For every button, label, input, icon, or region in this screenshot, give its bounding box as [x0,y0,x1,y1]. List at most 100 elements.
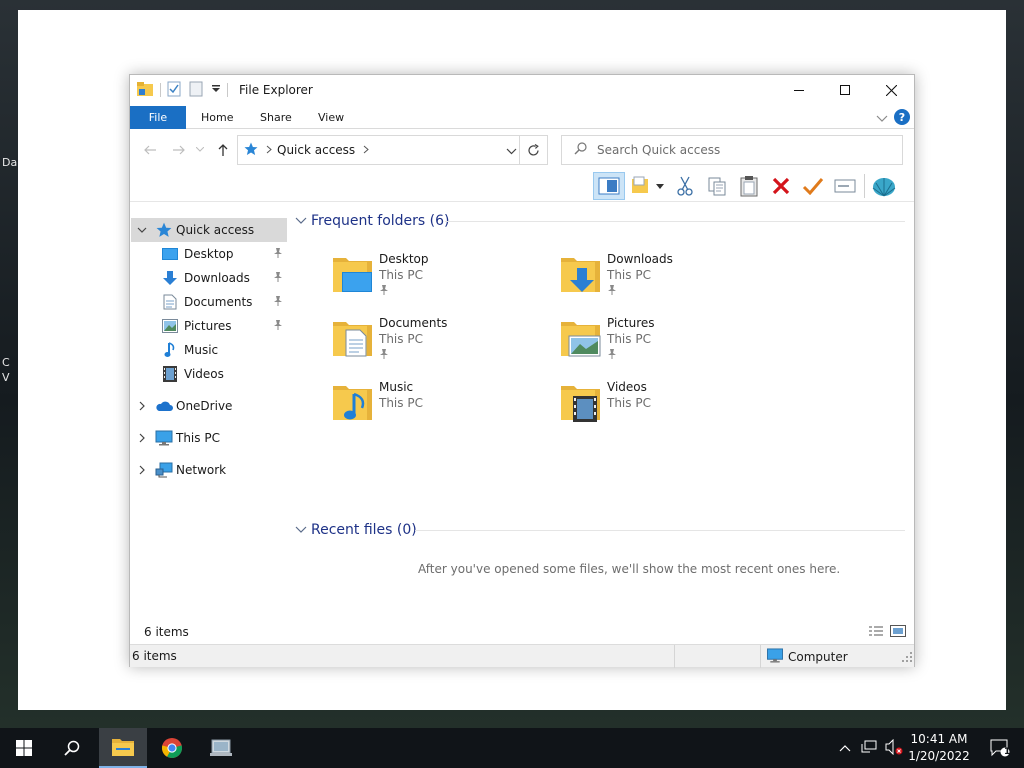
show-hidden-icons-chevron-icon[interactable] [839,741,851,755]
close-button[interactable] [868,75,914,105]
folder-tile-pictures[interactable]: Pictures This PC [560,316,780,376]
taskbar-chrome[interactable] [148,728,196,768]
chevron-down-icon [656,183,664,189]
download-arrow-icon [162,270,178,286]
desktop-icon [162,246,178,262]
pin-icon [379,284,389,299]
paste-button[interactable] [733,172,765,200]
expand-ribbon-chevron-icon[interactable] [876,112,888,126]
desktop-icon-label-fragment[interactable]: C [2,356,10,369]
help-icon[interactable]: ? [894,109,910,128]
chrome-icon [161,738,183,759]
sidebar-item-downloads[interactable]: Downloads [131,266,287,290]
section-divider [445,221,905,222]
chevron-right-icon[interactable] [137,464,147,475]
music-note-icon [162,342,178,358]
refresh-button[interactable] [519,136,547,164]
taskbar-file-explorer[interactable] [99,728,147,768]
maximize-button[interactable] [822,75,868,105]
sidebar-item-label: Pictures [184,319,232,333]
sidebar-item-documents[interactable]: Documents [131,290,287,314]
folder-location: This PC [379,396,423,410]
cloud-icon [155,398,173,414]
frequent-folders-header[interactable]: Frequent folders (6) [295,211,450,231]
recent-locations-button[interactable] [195,142,205,158]
change-view-button[interactable] [625,172,669,200]
search-button[interactable] [48,728,96,768]
new-folder-icon[interactable] [189,81,203,100]
action-center-button[interactable]: 1 [976,728,1024,768]
title-bar[interactable]: File Explorer [130,75,914,105]
chevron-down-icon[interactable] [137,224,147,234]
sidebar-item-desktop[interactable]: Desktop [131,242,287,266]
sidebar-item-music[interactable]: Music [131,338,287,362]
computer-app-icon [210,739,232,756]
sidebar-item-this-pc[interactable]: This PC [131,426,287,450]
clock-time: 10:41 AM [910,732,968,746]
minimize-button[interactable] [776,75,822,105]
folder-tile-music[interactable]: Music This PC [332,380,552,440]
start-button[interactable] [0,728,48,768]
sidebar-item-label: OneDrive [176,399,233,413]
folder-tile-documents[interactable]: Documents This PC [332,316,552,376]
pin-icon[interactable] [273,247,283,262]
up-button[interactable] [215,142,231,158]
item-count: 6 items [144,625,189,639]
breadcrumb-separator-icon[interactable] [266,143,272,157]
network-status-icon[interactable] [861,740,877,757]
computer-icon [766,648,784,666]
breadcrumb-separator-icon[interactable] [363,143,369,157]
section-heading: Frequent folders (6) [311,213,450,229]
search-placeholder: Search Quick access [597,143,721,157]
tab-home[interactable]: Home [201,106,233,129]
address-bar[interactable]: Quick access [237,135,548,165]
forward-button[interactable] [171,142,187,158]
tab-file[interactable]: File [130,106,186,129]
sidebar-item-pictures[interactable]: Pictures [131,314,287,338]
resize-grip-icon[interactable] [902,651,912,665]
ribbon-tabs: File Home Share View ? [130,106,914,129]
folder-tile-downloads[interactable]: Downloads This PC [560,252,780,312]
clipboard-icon [740,176,758,197]
address-history-dropdown-icon[interactable] [506,144,517,158]
pin-icon[interactable] [273,295,283,310]
large-icons-view-icon[interactable] [890,625,906,640]
recent-files-header[interactable]: Recent files (0) [295,520,417,540]
pin-icon [379,348,389,363]
sidebar-item-label: Network [176,463,227,477]
customize-qat-dropdown-icon[interactable] [211,83,221,97]
desktop-icon-label-fragment[interactable]: Da [2,156,17,169]
tab-share[interactable]: Share [260,106,292,129]
search-input[interactable]: Search Quick access [561,135,903,165]
chevron-down-icon [295,526,307,533]
open-shell-button[interactable] [868,172,900,200]
delete-button[interactable] [765,172,797,200]
sidebar-item-videos[interactable]: Videos [131,362,287,386]
address-row: Quick access Search Quick access [130,134,914,166]
properties-icon[interactable] [167,81,181,100]
sidebar-item-network[interactable]: Network [131,458,287,482]
chevron-right-icon[interactable] [137,432,147,443]
svg-text:?: ? [899,111,905,124]
folder-tile-desktop[interactable]: Desktop This PC [332,252,552,312]
taskbar-app[interactable] [197,728,245,768]
select-button[interactable] [797,172,829,200]
tab-view[interactable]: View [318,106,344,129]
pin-icon[interactable] [273,271,283,286]
search-icon [64,740,80,756]
breadcrumb[interactable]: Quick access [277,143,355,157]
rename-button[interactable] [829,172,861,200]
sidebar-item-onedrive[interactable]: OneDrive [131,394,287,418]
cut-button[interactable] [669,172,701,200]
copy-button[interactable] [701,172,733,200]
desktop-icon-label-fragment[interactable]: V [2,371,10,384]
pin-icon [607,348,617,363]
folder-tile-videos[interactable]: Videos This PC [560,380,780,440]
details-view-icon[interactable] [868,625,884,640]
pin-icon[interactable] [273,319,283,334]
chevron-right-icon[interactable] [137,400,147,411]
system-clock[interactable]: 10:41 AM 1/20/2022 [900,731,978,765]
back-button[interactable] [142,142,158,158]
sidebar-item-quick-access[interactable]: Quick access [131,218,287,242]
preview-pane-button[interactable] [593,172,625,200]
